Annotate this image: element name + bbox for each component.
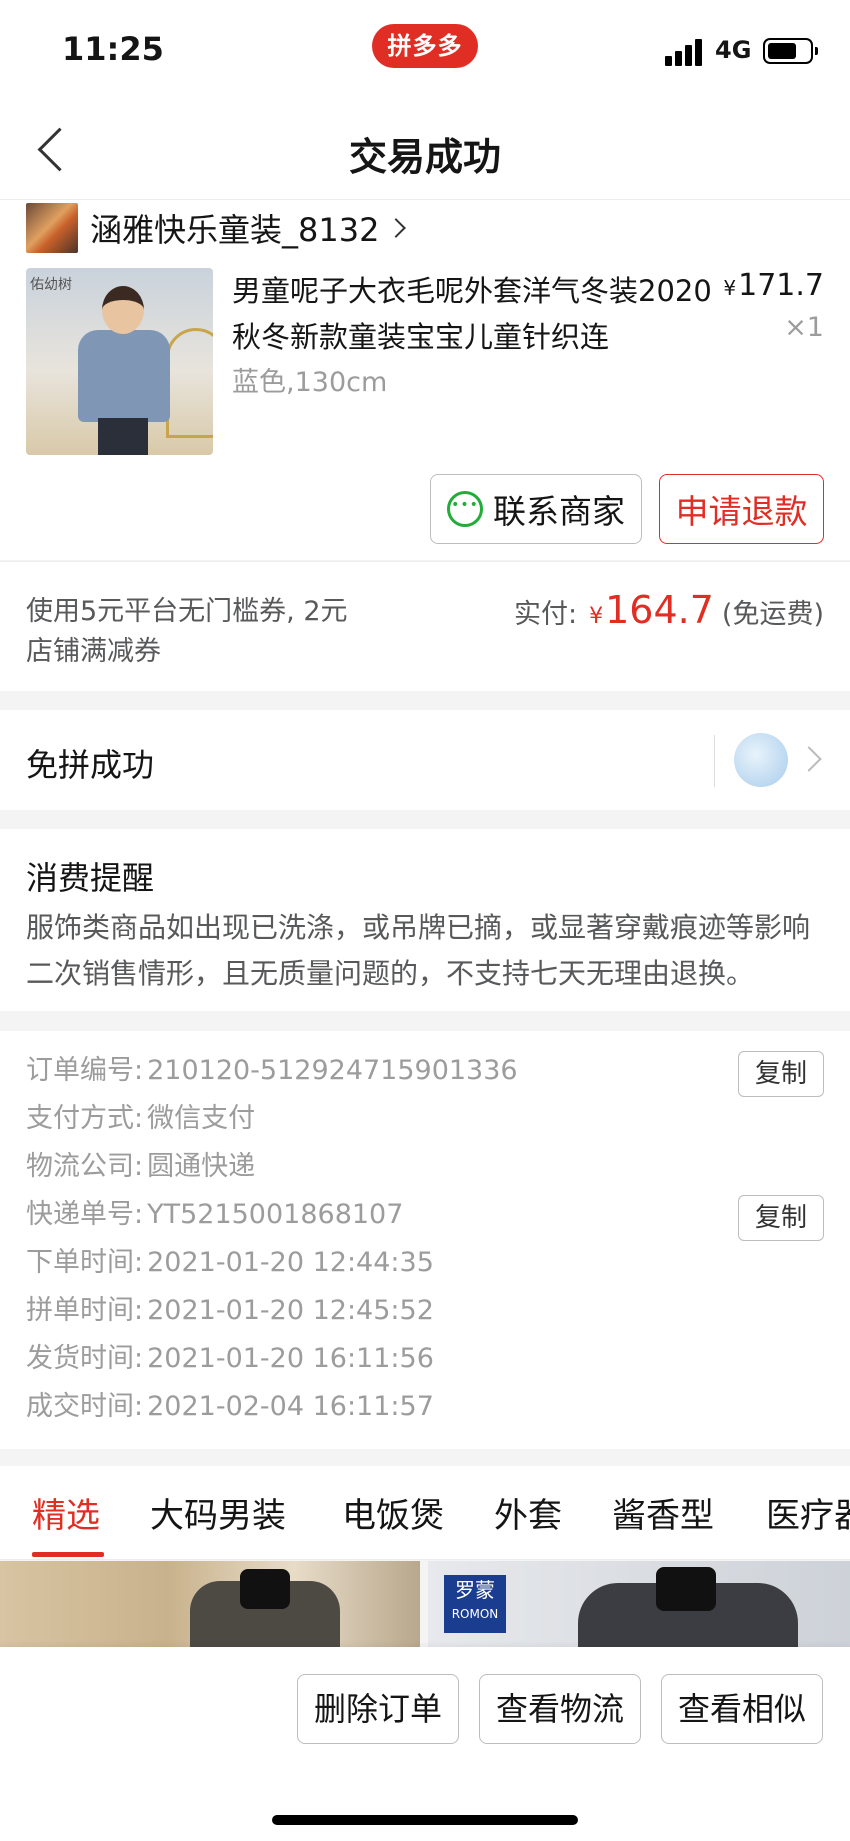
chevron-right-icon xyxy=(796,746,822,772)
thumb-brand-logo: 佑幼树 xyxy=(30,277,72,293)
product-card[interactable]: 罗蒙 ROMON xyxy=(428,1561,850,1647)
product-title[interactable]: 男童呢子大衣毛呢外套洋气冬装2020秋冬新款童装宝宝儿童针织连 xyxy=(232,268,712,360)
copy-order-number-button[interactable]: 复制 xyxy=(738,1051,824,1097)
brand-logo-en: ROMON xyxy=(451,1607,499,1621)
tracking-number-row: 快递单号: YT5215001868107 xyxy=(26,1191,403,1239)
product-sku: 蓝色,130cm xyxy=(232,367,388,398)
detail-label: 订单编号: xyxy=(26,1055,144,1086)
logistics-company-row: 物流公司: 圆通快递 xyxy=(26,1143,255,1191)
paid-label: 实付: xyxy=(514,599,578,630)
order-card: 涵雅快乐童装_8132 佑幼树 男童呢子大衣毛呢外套洋气冬装2020秋冬新款童装… xyxy=(0,200,850,560)
contact-label: 联系商家 xyxy=(493,492,625,531)
shop-avatar xyxy=(26,203,78,253)
copy-tracking-number-button[interactable]: 复制 xyxy=(738,1195,824,1241)
order-time: 2021-01-20 12:44:35 xyxy=(147,1247,434,1278)
tab-featured[interactable]: 精选 xyxy=(32,1488,100,1537)
detail-label: 拼单时间: xyxy=(26,1295,144,1326)
product-card[interactable] xyxy=(0,1561,420,1647)
divider xyxy=(714,735,715,787)
detail-label: 物流公司: xyxy=(26,1151,144,1182)
delete-order-button[interactable]: 删除订单 xyxy=(297,1674,459,1744)
request-refund-button[interactable]: 申请退款 xyxy=(659,474,824,544)
network-type: 4G xyxy=(715,36,752,64)
tab-big-size-menswear[interactable]: 大码男装 xyxy=(150,1488,286,1537)
reminder-title: 消费提醒 xyxy=(26,859,155,897)
coupon-text: 使用5元平台无门槛券, 2元店铺满减券 xyxy=(26,596,348,667)
order-time-row: 下单时间: 2021-01-20 12:44:35 xyxy=(26,1239,434,1287)
tab-baijiu[interactable]: 酱香型 xyxy=(612,1488,714,1537)
currency-symbol: ¥ xyxy=(723,276,737,300)
detail-label: 快递单号: xyxy=(26,1199,144,1230)
detail-label: 支付方式: xyxy=(26,1103,144,1134)
contact-merchant-button[interactable]: 联系商家 xyxy=(430,474,642,544)
status-bar: 11:25 拼多多 4G xyxy=(0,0,850,100)
detail-label: 下单时间: xyxy=(26,1247,144,1278)
bottom-action-bar: 删除订单 查看物流 查看相似 xyxy=(0,1647,850,1841)
paid-amount: 164.7 xyxy=(605,588,714,632)
logistics-company: 圆通快递 xyxy=(147,1151,256,1182)
order-number-row: 订单编号: 210120-512924715901336 xyxy=(26,1047,518,1095)
order-details: 订单编号: 210120-512924715901336 复制 支付方式: 微信支付… xyxy=(0,1031,850,1449)
order-number: 210120-512924715901336 xyxy=(147,1055,518,1086)
deal-time-row: 成交时间: 2021-02-04 16:11:57 xyxy=(26,1383,434,1431)
tab-coat[interactable]: 外套 xyxy=(494,1488,562,1537)
view-logistics-button[interactable]: 查看物流 xyxy=(479,1674,641,1744)
home-indicator[interactable] xyxy=(272,1815,578,1825)
chat-bubble-icon xyxy=(447,491,483,527)
payment-summary: 使用5元平台无门槛券, 2元店铺满减券 实付: ¥ 164.7 (免运费) xyxy=(0,561,850,691)
brand-logo: 罗蒙 ROMON xyxy=(444,1575,506,1633)
price-value: 171.7 xyxy=(738,268,824,303)
recommend-tabs: 精选 大码男装 电饭煲 外套 酱香型 医疗器 xyxy=(0,1466,850,1560)
tab-medical[interactable]: 医疗器 xyxy=(766,1488,850,1537)
group-status-label: 免拼成功 xyxy=(26,746,155,784)
detail-label: 发货时间: xyxy=(26,1343,144,1374)
avatar xyxy=(734,733,788,787)
group-status-row[interactable]: 免拼成功 xyxy=(0,710,850,810)
product-quantity: ×1 xyxy=(784,312,824,343)
tracking-number: YT5215001868107 xyxy=(147,1199,404,1230)
page-title: 交易成功 xyxy=(348,135,501,179)
group-time-row: 拼单时间: 2021-01-20 12:45:52 xyxy=(26,1287,434,1335)
chevron-right-icon xyxy=(386,218,407,238)
product-image[interactable]: 佑幼树 xyxy=(26,268,213,455)
ship-time-row: 发货时间: 2021-01-20 16:11:56 xyxy=(26,1335,434,1383)
group-time: 2021-01-20 12:45:52 xyxy=(147,1295,434,1326)
brand-logo-cn: 罗蒙 xyxy=(455,1578,495,1602)
tab-rice-cooker[interactable]: 电饭煲 xyxy=(342,1488,444,1537)
shipping-note: (免运费) xyxy=(721,599,824,630)
active-tab-indicator xyxy=(32,1552,104,1557)
view-similar-button[interactable]: 查看相似 xyxy=(661,1674,823,1744)
signal-icon xyxy=(665,38,707,66)
payment-method: 微信支付 xyxy=(147,1103,256,1134)
shop-link[interactable]: 涵雅快乐童装_8132 xyxy=(26,202,407,254)
ship-time: 2021-01-20 16:11:56 xyxy=(147,1343,434,1374)
status-time: 11:25 xyxy=(62,30,164,68)
nav-bar: 交易成功 xyxy=(0,100,850,200)
detail-label: 成交时间: xyxy=(26,1391,144,1422)
currency-symbol: ¥ xyxy=(589,604,604,629)
product-price: ¥171.7 xyxy=(723,268,824,303)
consumer-reminder: 消费提醒 服饰类商品如出现已洗涤，或吊牌已摘，或显著穿戴痕迹等影响二次销售情形，… xyxy=(0,829,850,1011)
shop-name: 涵雅快乐童装_8132 xyxy=(90,211,380,249)
battery-icon xyxy=(763,38,818,64)
paid-total: 实付: ¥ 164.7 (免运费) xyxy=(514,588,824,632)
deal-time: 2021-02-04 16:11:57 xyxy=(147,1391,434,1422)
recommend-products: 罗蒙 ROMON xyxy=(0,1561,850,1647)
reminder-text: 服饰类商品如出现已洗涤，或吊牌已摘，或显著穿戴痕迹等影响二次销售情形，且无质量问… xyxy=(26,911,811,990)
payment-method-row: 支付方式: 微信支付 xyxy=(26,1095,255,1143)
app-badge: 拼多多 xyxy=(372,24,478,68)
